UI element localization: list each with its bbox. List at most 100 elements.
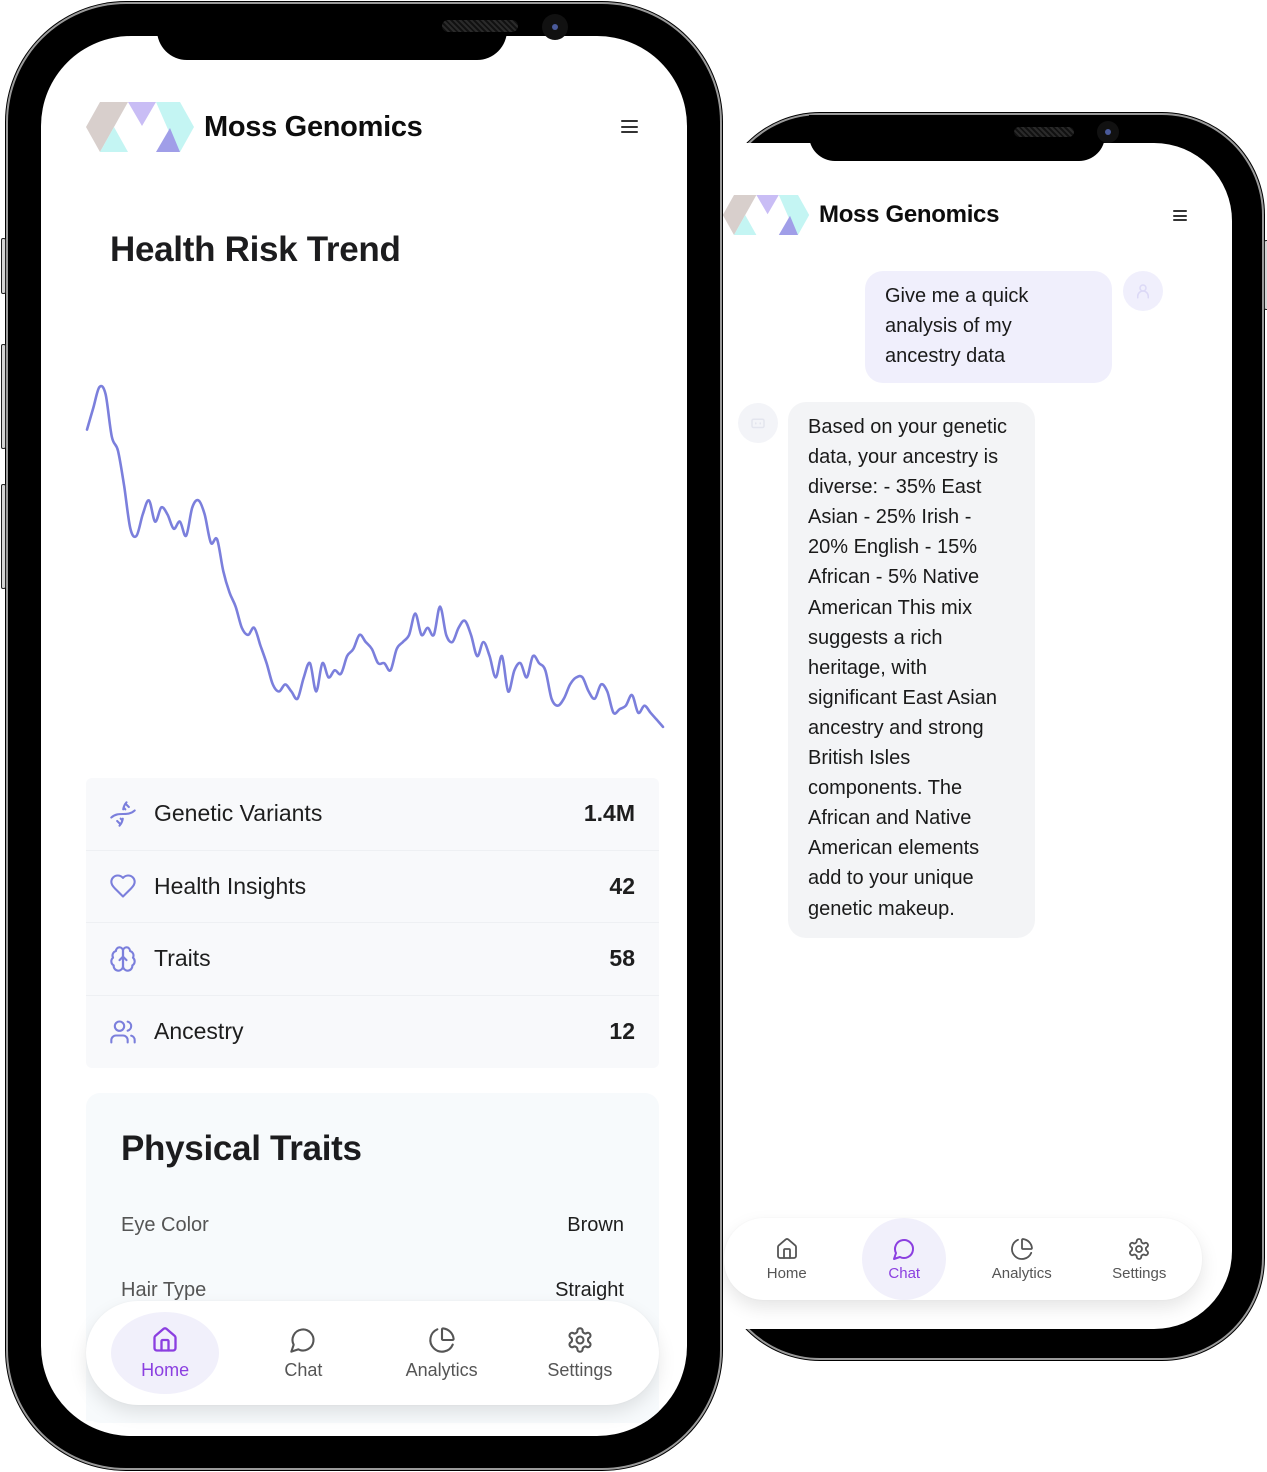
stat-value: 12	[609, 1018, 635, 1045]
bot-icon	[751, 418, 765, 429]
nav-item-analytics[interactable]: Analytics	[980, 1218, 1064, 1300]
stat-row-health-insights[interactable]: Health Insights 42	[86, 851, 659, 923]
stat-label: Genetic Variants	[154, 800, 323, 827]
chart-point	[121, 483, 127, 489]
chart-point	[431, 632, 437, 638]
home-icon	[153, 1326, 177, 1352]
stat-row-genetic-variants[interactable]: Genetic Variants 1.4M	[86, 778, 659, 851]
chart-point	[350, 646, 356, 652]
chart-point	[505, 689, 511, 695]
hamburger-menu-button[interactable]	[621, 120, 638, 133]
chart-point	[524, 674, 530, 680]
nav-item-settings[interactable]: Settings	[526, 1312, 634, 1394]
chart-point	[264, 660, 270, 666]
chart-point	[332, 667, 338, 673]
chart-point	[536, 660, 542, 666]
pie-chart-icon	[1010, 1237, 1033, 1260]
phone-frame-chat: Moss Genomics Give me a quick analysis o…	[720, 115, 1267, 1358]
chart-point	[233, 604, 239, 610]
chart-point	[542, 667, 548, 673]
chart-point	[555, 703, 561, 709]
chart-point	[530, 653, 536, 659]
dna-icon	[108, 799, 138, 829]
chart-point	[301, 674, 307, 680]
chart-point	[357, 632, 363, 638]
silent-switch	[1, 238, 6, 294]
nav-label: Analytics	[991, 1264, 1052, 1282]
nav-label: Settings	[547, 1359, 613, 1380]
heart-icon	[108, 871, 138, 901]
chart-point	[394, 646, 400, 652]
assistant-avatar	[738, 403, 778, 443]
nav-item-chat[interactable]: Chat	[862, 1218, 947, 1300]
chart-point	[443, 632, 449, 638]
nav-item-chat[interactable]: Chat	[249, 1312, 357, 1394]
chart-point	[127, 526, 133, 532]
chart-point	[456, 625, 462, 631]
brand-name: Moss Genomics	[204, 110, 423, 143]
chart-point	[90, 405, 96, 411]
chart-point	[226, 589, 232, 595]
chart-point	[418, 632, 424, 638]
chart-point	[579, 674, 585, 680]
stat-row-traits[interactable]: Traits 58	[86, 923, 659, 996]
trait-label: Eye Color	[121, 1214, 209, 1236]
nav-label: Home	[141, 1359, 190, 1380]
nav-item-analytics[interactable]: Analytics	[388, 1312, 496, 1394]
chat-icon	[893, 1238, 915, 1260]
chart-point	[462, 618, 468, 624]
stat-row-ancestry[interactable]: Ancestry 12	[86, 996, 659, 1069]
chart-point	[412, 611, 418, 617]
chart-point	[381, 660, 387, 666]
chart-point	[270, 681, 276, 687]
chart-point	[195, 497, 201, 503]
chart-point	[326, 674, 332, 680]
chart-point	[468, 632, 474, 638]
chart-point	[103, 391, 109, 397]
chart-point	[307, 660, 313, 666]
chart-point	[493, 674, 499, 680]
chart-point	[85, 427, 90, 433]
assistant-message-bubble: Based on your genetic data, your ancestr…	[788, 402, 1035, 938]
nav-item-home[interactable]: Home	[745, 1218, 829, 1300]
bottom-nav: Home Chat Analytics Settings	[86, 1301, 659, 1405]
stats-list: Genetic Variants 1.4M Health Insights 42	[86, 778, 659, 1068]
health-risk-chart	[85, 384, 665, 729]
brain-icon	[108, 944, 138, 974]
front-camera	[542, 14, 568, 40]
trait-row-hair-type: Hair Type Straight	[121, 1279, 624, 1302]
trait-value: Straight	[555, 1279, 624, 1301]
chart-point	[375, 660, 381, 666]
chart-point	[487, 653, 493, 659]
hamburger-menu-button[interactable]	[1173, 210, 1187, 221]
chart-point	[474, 653, 480, 659]
chart-point	[183, 533, 189, 539]
chart-point	[134, 533, 140, 539]
bottom-nav: Home Chat Analytics Settings	[724, 1218, 1202, 1300]
stat-label: Ancestry	[154, 1018, 244, 1045]
nav-item-settings[interactable]: Settings	[1097, 1218, 1181, 1300]
chart-point	[449, 639, 455, 645]
chart-point	[282, 681, 288, 687]
chart-point	[567, 681, 573, 687]
chart-point	[109, 434, 115, 440]
chart-point	[208, 540, 214, 546]
chart-point	[635, 710, 641, 716]
logo-icon	[722, 195, 810, 235]
chart-point	[245, 632, 251, 638]
chart-point	[654, 717, 660, 723]
chart-point	[251, 625, 257, 631]
app-header: Moss Genomics	[722, 195, 999, 235]
chart-point	[387, 667, 393, 673]
chart-point	[499, 653, 505, 659]
app-header: Moss Genomics	[86, 102, 423, 152]
chart-point	[202, 512, 208, 518]
chart-point	[369, 646, 375, 652]
pie-chart-icon	[428, 1326, 455, 1353]
speaker-grille	[1014, 127, 1074, 137]
stat-value: 58	[609, 945, 635, 972]
nav-item-home[interactable]: Home	[111, 1312, 220, 1394]
chart-point	[146, 497, 152, 503]
chart-point	[406, 632, 412, 638]
front-camera	[1097, 121, 1119, 143]
